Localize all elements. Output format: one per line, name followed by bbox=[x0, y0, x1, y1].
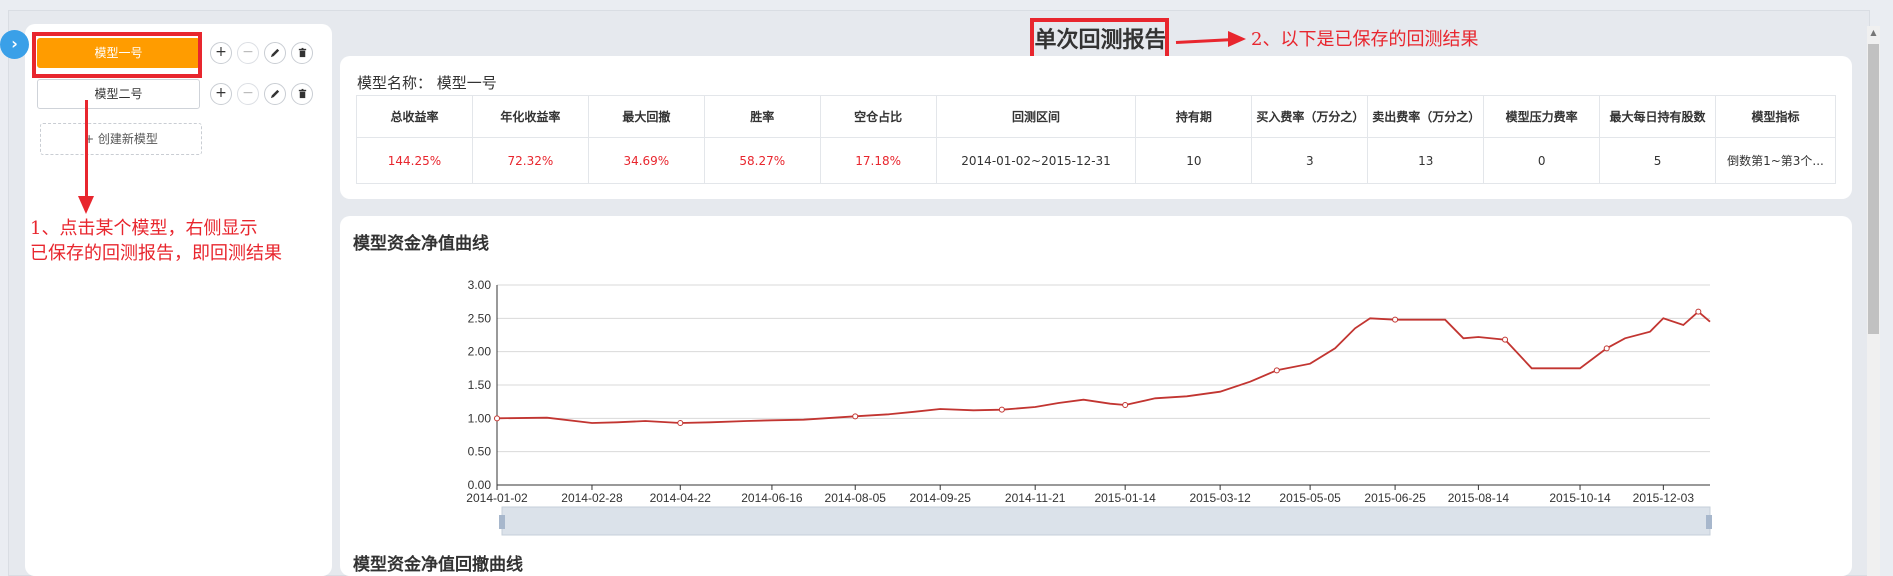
model-name-value: 模型一号 bbox=[436, 74, 497, 92]
delete-icon[interactable] bbox=[291, 83, 313, 105]
table-header: 持有期 bbox=[1135, 95, 1253, 138]
zoom-slider bbox=[501, 506, 1711, 536]
y-tick-label: 1.00 bbox=[468, 411, 492, 425]
add-icon[interactable]: + bbox=[210, 42, 232, 64]
table-row: 144.25% 72.32% 34.69% 58.27% 17.18% 2014… bbox=[356, 137, 1837, 184]
annotation-left-line1: 1、点击某个模型，右侧显示 bbox=[30, 218, 258, 239]
table-cell: 2014-01-02~2015-12-31 bbox=[935, 137, 1137, 184]
chart-title: 模型资金净值曲线 bbox=[353, 234, 489, 254]
y-tick-label: 1.50 bbox=[468, 378, 492, 392]
model-name-label: 模型名称： bbox=[357, 74, 433, 92]
delete-icon[interactable] bbox=[291, 42, 313, 64]
data-point bbox=[494, 415, 500, 422]
x-tick-label: 2015-01-14 bbox=[1094, 491, 1156, 505]
report-table: 总收益率 年化收益率 最大回撤 胜率 空仓占比 回测区间 持有期 买入费率（万分… bbox=[356, 95, 1837, 184]
table-cell: 34.69% bbox=[587, 137, 705, 184]
y-tick-label: 0.00 bbox=[468, 478, 492, 492]
table-cell: 72.32% bbox=[471, 137, 589, 184]
data-point bbox=[1603, 345, 1610, 352]
model-button-2[interactable]: 模型二号 bbox=[37, 79, 200, 109]
x-tick-label: 2015-06-25 bbox=[1364, 491, 1426, 505]
table-cell: 13 bbox=[1367, 137, 1485, 184]
data-point bbox=[998, 406, 1005, 413]
annotation-arrow-down-head bbox=[78, 196, 94, 214]
model-name-line: 模型名称： 模型一号 bbox=[357, 72, 497, 93]
create-model-button[interactable]: + 创建新模型 bbox=[40, 123, 202, 155]
table-cell: 58.27% bbox=[703, 137, 821, 184]
annotation-arrow-down bbox=[85, 100, 88, 197]
table-cell: 3 bbox=[1251, 137, 1369, 184]
table-cell: 0 bbox=[1483, 137, 1601, 184]
x-tick-label: 2014-01-02 bbox=[466, 491, 528, 505]
table-cell: 10 bbox=[1135, 137, 1253, 184]
scroll-up-icon[interactable]: ▲ bbox=[1868, 27, 1879, 39]
x-tick-label: 2014-06-16 bbox=[741, 491, 803, 505]
table-header: 卖出费率（万分之） bbox=[1367, 95, 1485, 138]
annotation-top: 2、以下是已保存的回测结果 bbox=[1251, 29, 1479, 50]
x-tick-label: 2014-08-05 bbox=[825, 491, 887, 505]
table-cell: 5 bbox=[1599, 137, 1716, 184]
data-point bbox=[1273, 367, 1280, 374]
data-point bbox=[1502, 336, 1509, 343]
sidebar-toggle-icon[interactable]: › bbox=[0, 30, 29, 59]
equity-curve-chart: 0.00 0.50 1.00 1.50 2.00 2.50 3.00 2014-01-02 20… bbox=[466, 278, 1712, 536]
table-header: 回测区间 bbox=[935, 95, 1137, 138]
table-header: 买入费率（万分之） bbox=[1251, 95, 1369, 138]
x-tick-label: 2015-08-14 bbox=[1448, 491, 1510, 505]
data-point bbox=[852, 413, 859, 420]
remove-icon[interactable]: − bbox=[237, 83, 259, 105]
data-point bbox=[677, 420, 684, 426]
edit-icon[interactable] bbox=[264, 42, 286, 64]
series-line bbox=[496, 310, 1711, 424]
y-tick-label: 0.50 bbox=[468, 445, 492, 459]
table-cell-indicator[interactable]: 倒数第1~第3个... bbox=[1714, 137, 1837, 184]
drawdown-chart-title: 模型资金净值回撤曲线 bbox=[353, 555, 523, 575]
x-tick-label: 2015-10-14 bbox=[1549, 491, 1611, 505]
table-header: 模型压力费率 bbox=[1483, 95, 1601, 138]
x-tick-label: 2014-02-28 bbox=[561, 491, 623, 505]
data-point bbox=[1392, 316, 1399, 323]
y-tick-label: 2.50 bbox=[468, 311, 492, 325]
data-point bbox=[1122, 402, 1129, 408]
scrollbar-thumb[interactable] bbox=[1868, 44, 1879, 334]
table-cell: 17.18% bbox=[819, 137, 937, 184]
annotation-left-line2: 已保存的回测报告，即回测结果 bbox=[30, 243, 282, 264]
x-tick-label: 2014-09-25 bbox=[910, 491, 972, 505]
table-header: 年化收益率 bbox=[471, 95, 589, 138]
y-tick-label: 2.00 bbox=[468, 345, 492, 359]
x-tick-label: 2014-11-21 bbox=[1005, 491, 1066, 505]
edit-icon[interactable] bbox=[264, 83, 286, 105]
x-tick-label: 2014-04-22 bbox=[650, 491, 712, 505]
highlight-box-model bbox=[32, 32, 202, 78]
zoom-handle-right bbox=[1706, 515, 1712, 529]
table-header: 胜率 bbox=[703, 95, 821, 138]
annotation-arrow-right-head bbox=[1228, 31, 1246, 47]
table-cell: 144.25% bbox=[356, 137, 473, 184]
y-tick-label: 3.00 bbox=[468, 278, 492, 292]
data-point bbox=[1695, 308, 1702, 315]
x-tick-label: 2015-12-03 bbox=[1633, 491, 1695, 505]
table-header: 模型指标 bbox=[1714, 95, 1837, 138]
x-tick-label: 2015-03-12 bbox=[1189, 491, 1251, 505]
table-header: 最大回撤 bbox=[587, 95, 705, 138]
table-header: 空仓占比 bbox=[819, 95, 937, 138]
table-header: 总收益率 bbox=[356, 95, 473, 138]
remove-icon[interactable]: − bbox=[237, 42, 259, 64]
zoom-handle-left bbox=[499, 515, 505, 529]
x-tick-label: 2015-05-05 bbox=[1279, 491, 1341, 505]
table-header-row: 总收益率 年化收益率 最大回撤 胜率 空仓占比 回测区间 持有期 买入费率（万分… bbox=[356, 95, 1837, 138]
add-icon[interactable]: + bbox=[210, 83, 232, 105]
table-header: 最大每日持有股数 bbox=[1599, 95, 1716, 138]
